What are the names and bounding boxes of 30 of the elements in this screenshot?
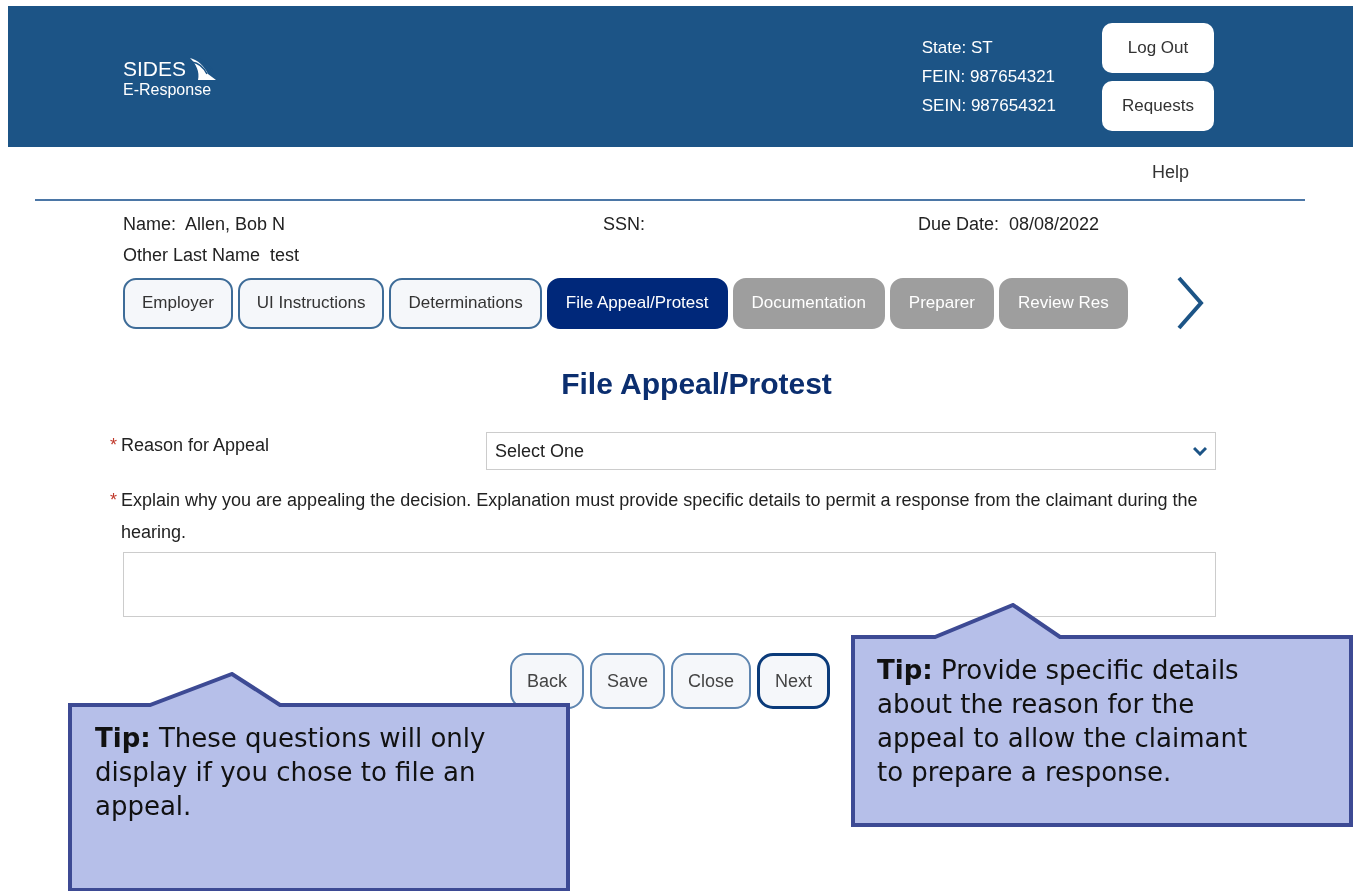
tip-text: Tip: These questions will only display if you chose to file an appeal. [95, 722, 487, 823]
action-button[interactable]: Save [589, 653, 665, 709]
reason-dropdown[interactable]: Select One [486, 432, 1216, 470]
other-last-name-text: Other Last Name test [123, 244, 301, 267]
step-tab[interactable]: File Appeal/Protest [546, 277, 728, 329]
action-button[interactable]: Close [671, 653, 752, 709]
step-tab[interactable]: UI Instructions [237, 277, 385, 329]
header-button[interactable]: Requests [1102, 80, 1214, 131]
logo-title: SIDES [123, 58, 187, 79]
state-text: State: ST [921, 37, 994, 59]
action-button[interactable]: Back [509, 653, 584, 709]
logo-subtitle: E-Response [123, 81, 213, 98]
sein-text: SEIN: 987654321 [921, 95, 1056, 117]
due-date-text: Due Date: 08/08/2022 [918, 213, 1101, 236]
help-link[interactable]: Help [1151, 159, 1189, 199]
page-title: File Appeal/Protest [560, 366, 833, 402]
field-label: Explain why you are appealing the decision. Explanation must provide specific details to permit a response from the claimant during the hearing. [121, 489, 1199, 544]
step-tab[interactable]: Employer [123, 277, 233, 329]
chevron-down-icon [1193, 446, 1207, 456]
step-tab[interactable]: Determinations [389, 277, 542, 329]
fein-text: FEIN: 987654321 [921, 66, 1056, 88]
name-text: Name: Allen, Bob N [123, 213, 287, 236]
header-button[interactable]: Log Out [1102, 22, 1214, 73]
required-mark: * [110, 435, 117, 455]
ssn-label: SSN: [603, 213, 646, 236]
tip-text: Tip: Provide specific details about the reason for the appeal to allow the claimant to prepare a response. [877, 654, 1249, 789]
explanation-field[interactable] [123, 552, 1216, 617]
action-button[interactable]: Next [757, 653, 831, 709]
field-label: Reason for Appeal [121, 435, 270, 455]
required-mark: * [110, 489, 117, 512]
